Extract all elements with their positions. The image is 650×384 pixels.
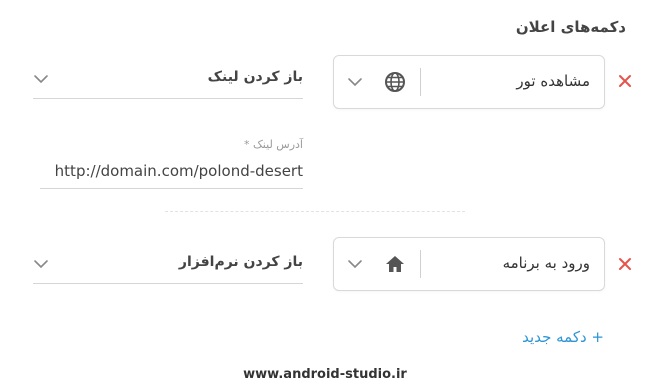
- remove-button-1[interactable]: [617, 73, 633, 89]
- field-separator: [420, 68, 421, 96]
- action-select-value-1: باز کردن لینک: [207, 69, 303, 85]
- home-icon[interactable]: [384, 253, 406, 275]
- link-url-field[interactable]: آدرس لینک * http://domain.com/polond-des…: [40, 138, 303, 189]
- close-icon: [619, 75, 631, 87]
- button-label-field-2[interactable]: ورود به برنامه: [333, 237, 605, 291]
- link-url-input[interactable]: http://domain.com/polond-desert: [55, 162, 303, 180]
- globe-icon[interactable]: [384, 71, 406, 93]
- action-select-value-2: باز کردن نرم‌افزار: [178, 254, 303, 270]
- button-label-field-1[interactable]: مشاهده تور: [333, 55, 605, 109]
- field-separator: [420, 250, 421, 278]
- close-icon: [619, 258, 631, 270]
- button-label-1: مشاهده تور: [516, 72, 590, 90]
- remove-button-2[interactable]: [617, 256, 633, 272]
- section-title: دکمه‌های اعلان: [515, 18, 626, 36]
- chevron-down-icon[interactable]: [33, 71, 49, 87]
- chevron-down-icon[interactable]: [33, 256, 49, 272]
- notification-buttons-panel: دکمه‌های اعلان مشاهده تور باز کردن لینک: [0, 0, 650, 384]
- add-new-button-link[interactable]: + دکمه جدید: [522, 328, 604, 346]
- action-select-2[interactable]: باز کردن نرم‌افزار: [33, 243, 303, 284]
- link-url-caption: آدرس لینک *: [243, 138, 303, 151]
- chevron-down-icon[interactable]: [347, 74, 363, 90]
- site-watermark: www.android-studio.ir: [243, 367, 407, 382]
- chevron-down-icon[interactable]: [347, 256, 363, 272]
- divider: [165, 211, 465, 212]
- button-label-2: ورود به برنامه: [502, 254, 590, 272]
- action-select-1[interactable]: باز کردن لینک: [33, 58, 303, 99]
